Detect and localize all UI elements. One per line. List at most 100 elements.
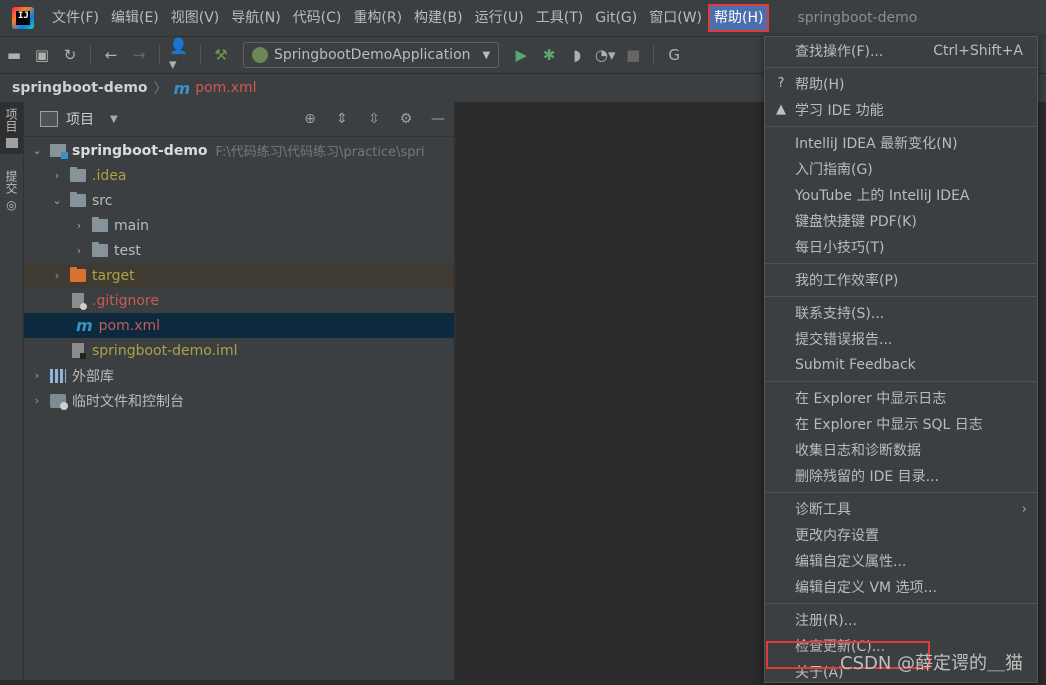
menu-item-delete-leftover-dirs[interactable]: 删除残留的 IDE 目录... <box>765 463 1037 489</box>
sync-icon[interactable]: ↻ <box>59 44 81 66</box>
menu-item-youtube[interactable]: YouTube 上的 IntelliJ IDEA <box>765 182 1037 208</box>
menu-item-submit-bug[interactable]: 提交错误报告... <box>765 326 1037 352</box>
folder-icon <box>70 167 86 182</box>
tree-item-main[interactable]: › main <box>24 213 454 238</box>
tree-item-src[interactable]: ⌄ src <box>24 188 454 213</box>
menu-separator <box>765 67 1037 68</box>
project-panel-header: 项目 ▼ ⊕ ⇕ ⇳ ⚙ — <box>24 102 454 137</box>
menu-file[interactable]: 文件(F) <box>46 0 105 36</box>
tree-item-target[interactable]: › target <box>24 263 454 288</box>
run-icon[interactable]: ▶ <box>510 44 532 66</box>
excluded-folder-icon <box>70 267 86 282</box>
tree-item-idea[interactable]: › .idea <box>24 163 454 188</box>
project-tree: ⌄ springboot-demo F:\代码练习\代码练习\practice\… <box>24 137 454 413</box>
chevron-right-icon[interactable]: › <box>50 169 64 182</box>
menu-git[interactable]: Git(G) <box>589 0 643 36</box>
module-file-icon <box>72 343 86 359</box>
tree-item-external-libraries[interactable]: › 外部库 <box>24 363 454 388</box>
locate-target-icon[interactable]: ⊕ <box>299 108 321 130</box>
menu-run[interactable]: 运行(U) <box>469 0 530 36</box>
menu-item-label: 收集日志和诊断数据 <box>795 443 921 459</box>
menu-item-getting-started[interactable]: 入门指南(G) <box>765 156 1037 182</box>
tree-item-label: 外部库 <box>72 368 114 385</box>
menu-window[interactable]: 窗口(W) <box>643 0 708 36</box>
menu-item-contact-support[interactable]: 联系支持(S)... <box>765 300 1037 326</box>
chevron-down-icon[interactable]: ▼ <box>110 114 118 125</box>
expand-all-icon[interactable]: ⇕ <box>331 108 353 130</box>
toolbar-divider <box>200 45 201 65</box>
menu-item-help[interactable]: ? 帮助(H) <box>765 71 1037 97</box>
breadcrumb-file[interactable]: pom.xml <box>195 80 256 96</box>
menu-item-whats-new[interactable]: IntelliJ IDEA 最新变化(N) <box>765 130 1037 156</box>
tool-tab-project[interactable]: 项目 <box>0 102 23 154</box>
chevron-right-icon[interactable]: › <box>30 369 44 382</box>
stop-icon[interactable]: ■ <box>622 44 644 66</box>
menu-item-show-log[interactable]: 在 Explorer 中显示日志 <box>765 385 1037 411</box>
gear-icon[interactable]: ⚙ <box>395 108 417 130</box>
chevron-right-icon[interactable]: › <box>72 244 86 257</box>
menu-item-productivity[interactable]: 我的工作效率(P) <box>765 267 1037 293</box>
git-label[interactable]: G <box>663 44 685 66</box>
menu-item-learn-ide[interactable]: ▲ 学习 IDE 功能 <box>765 97 1037 123</box>
chevron-right-icon[interactable]: › <box>72 219 86 232</box>
menu-navigate[interactable]: 导航(N) <box>225 0 286 36</box>
menu-item-register[interactable]: 注册(R)... <box>765 607 1037 633</box>
save-icon[interactable]: ▣ <box>31 44 53 66</box>
menu-item-collect-logs[interactable]: 收集日志和诊断数据 <box>765 437 1037 463</box>
menu-item-submit-feedback[interactable]: Submit Feedback <box>765 352 1037 378</box>
spring-boot-icon <box>252 47 268 63</box>
user-dropdown-icon[interactable]: 👤▾ <box>169 37 191 73</box>
build-hammer-icon[interactable]: ⚒ <box>210 44 232 66</box>
menu-refactor[interactable]: 重构(R) <box>347 0 408 36</box>
chevron-right-icon[interactable]: › <box>50 269 64 282</box>
forward-arrow-icon[interactable]: → <box>128 44 150 66</box>
menu-item-label: 键盘快捷键 PDF(K) <box>795 214 917 230</box>
menu-item-diagnostic-tools[interactable]: 诊断工具 › <box>765 496 1037 522</box>
tree-item-scratches[interactable]: › 临时文件和控制台 <box>24 388 454 413</box>
chevron-down-icon[interactable]: ⌄ <box>50 194 64 207</box>
menu-help[interactable]: 帮助(H) <box>708 4 770 32</box>
menu-item-show-sql-log[interactable]: 在 Explorer 中显示 SQL 日志 <box>765 411 1037 437</box>
tree-item-test[interactable]: › test <box>24 238 454 263</box>
tree-item-project-root[interactable]: ⌄ springboot-demo F:\代码练习\代码练习\practice\… <box>24 138 454 163</box>
tree-item-pom[interactable]: m pom.xml <box>24 313 454 338</box>
menu-item-label: YouTube 上的 IntelliJ IDEA <box>795 188 970 204</box>
tree-item-label: pom.xml <box>98 317 161 334</box>
menu-build[interactable]: 构建(B) <box>408 0 469 36</box>
menu-edit[interactable]: 编辑(E) <box>105 0 165 36</box>
run-configuration-label: SpringbootDemoApplication <box>274 47 471 63</box>
menu-item-custom-vm-options[interactable]: 编辑自定义 VM 选项... <box>765 574 1037 600</box>
tree-item-gitignore[interactable]: .gitignore <box>24 288 454 313</box>
tool-tab-commit[interactable]: 提交 ◎ <box>0 164 23 218</box>
project-panel-title[interactable]: 项目 <box>66 109 94 129</box>
folder-icon <box>5 138 18 148</box>
menu-item-keymap-pdf[interactable]: 键盘快捷键 PDF(K) <box>765 208 1037 234</box>
menu-code[interactable]: 代码(C) <box>287 0 348 36</box>
folder-icon <box>92 242 108 257</box>
menu-item-memory-settings[interactable]: 更改内存设置 <box>765 522 1037 548</box>
menu-item-custom-properties[interactable]: 编辑自定义属性... <box>765 548 1037 574</box>
coverage-icon[interactable]: ◗ <box>566 44 588 66</box>
chevron-down-icon[interactable]: ⌄ <box>30 144 44 157</box>
tree-item-iml[interactable]: springboot-demo.iml <box>24 338 454 363</box>
menu-tools[interactable]: 工具(T) <box>530 0 589 36</box>
intellij-logo-icon: IJ <box>12 7 34 29</box>
library-icon <box>50 368 66 383</box>
maven-icon: m <box>173 78 191 98</box>
breadcrumb-project[interactable]: springboot-demo <box>12 80 148 96</box>
chevron-down-icon: ▼ <box>482 49 491 61</box>
menu-view[interactable]: 视图(V) <box>165 0 226 36</box>
menu-item-find-action[interactable]: 查找操作(F)... Ctrl+Shift+A <box>765 38 1037 64</box>
run-configuration-select[interactable]: SpringbootDemoApplication ▼ <box>243 42 500 68</box>
chevron-right-icon[interactable]: › <box>30 394 44 407</box>
menu-item-label: 注册(R)... <box>795 613 858 629</box>
menu-item-label: 帮助(H) <box>795 77 845 93</box>
minimize-icon[interactable]: — <box>427 108 449 130</box>
open-folder-icon[interactable]: ▬ <box>3 44 25 66</box>
back-arrow-icon[interactable]: ← <box>100 44 122 66</box>
help-menu-dropdown: 查找操作(F)... Ctrl+Shift+A ? 帮助(H) ▲ 学习 IDE… <box>764 36 1038 683</box>
debug-icon[interactable]: ✱ <box>538 44 560 66</box>
menu-item-tip-of-day[interactable]: 每日小技巧(T) <box>765 234 1037 260</box>
profile-icon[interactable]: ◔▾ <box>594 44 616 66</box>
collapse-all-icon[interactable]: ⇳ <box>363 108 385 130</box>
